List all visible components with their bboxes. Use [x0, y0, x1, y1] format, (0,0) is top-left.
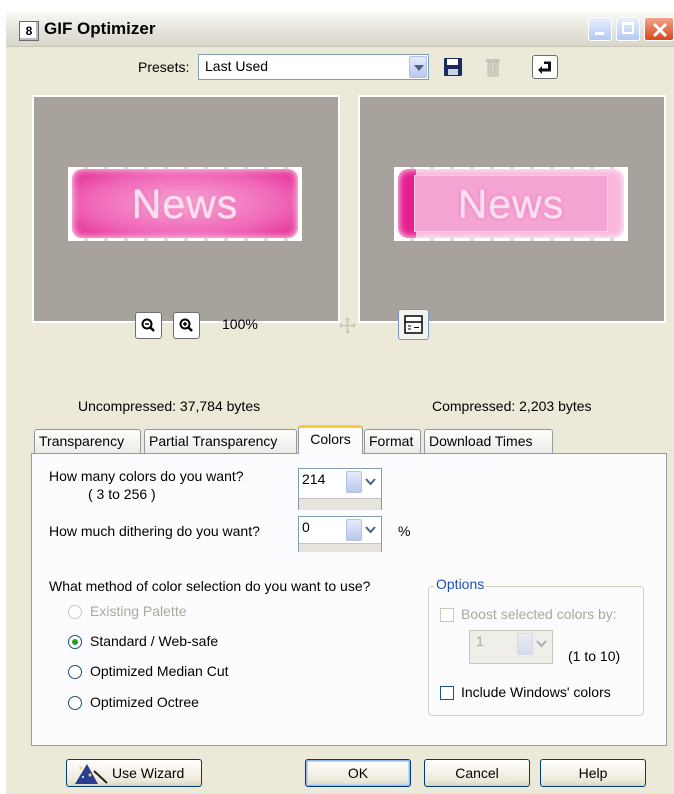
wizard-icon: [75, 764, 108, 784]
boost-colors-label: Boost selected colors by:: [461, 606, 617, 622]
maximize-button[interactable]: [616, 17, 640, 41]
chevron-down-icon[interactable]: [409, 56, 427, 78]
dithering-spinner[interactable]: 0: [298, 516, 382, 552]
zoom-in-icon: [179, 318, 193, 332]
color-count-range: ( 3 to 256 ): [88, 486, 156, 502]
save-preset-button[interactable]: [442, 56, 464, 78]
color-method-label: What method of color selection do you wa…: [49, 578, 371, 594]
tab-transparency[interactable]: Transparency: [34, 429, 141, 453]
zoom-out-icon: [141, 318, 155, 332]
use-wizard-label: Use Wizard: [112, 765, 185, 781]
dithering-value: 0: [302, 519, 310, 535]
spin-arrows-icon[interactable]: [346, 519, 362, 541]
original-news-image: News: [68, 167, 302, 241]
window-title: GIF Optimizer: [44, 19, 156, 38]
standard-websafe-radio[interactable]: [68, 635, 82, 649]
split-preview-icon: [404, 315, 423, 334]
trash-icon: [486, 59, 500, 77]
app-icon: 8: [19, 21, 39, 41]
boost-amount-value: 1: [476, 633, 484, 649]
dithering-unit: %: [398, 523, 411, 539]
color-count-label: How many colors do you want?: [49, 468, 244, 484]
original-news-text: News: [131, 181, 239, 227]
tab-colors[interactable]: Colors: [298, 425, 363, 454]
maximize-icon: [622, 22, 634, 34]
ok-button[interactable]: OK: [305, 759, 411, 787]
swap-arrow-icon: [538, 61, 551, 74]
spin-arrows-icon[interactable]: [517, 633, 533, 655]
help-button[interactable]: Help: [540, 759, 646, 787]
dithering-slider-track[interactable]: [299, 543, 381, 552]
tab-partial-transparency[interactable]: Partial Transparency: [144, 429, 297, 453]
floppy-disk-icon: [444, 58, 462, 76]
presets-label: Presets:: [138, 59, 190, 75]
zoom-out-button[interactable]: [135, 312, 162, 339]
preview-mode-toggle[interactable]: [398, 309, 429, 340]
color-count-slider-track[interactable]: [299, 498, 381, 510]
optimized-median-cut-label: Optimized Median Cut: [90, 663, 229, 679]
optimized-preview[interactable]: News: [358, 95, 666, 323]
existing-palette-radio[interactable]: [68, 605, 82, 619]
tab-download-times[interactable]: Download Times: [424, 429, 553, 453]
presets-dropdown[interactable]: Last Used: [198, 54, 429, 80]
load-preset-button[interactable]: [532, 55, 558, 79]
include-windows-colors-checkbox[interactable]: [440, 686, 454, 700]
cancel-button[interactable]: Cancel: [424, 759, 530, 787]
color-count-value: 214: [302, 471, 326, 487]
use-wizard-button[interactable]: Use Wizard: [66, 759, 202, 787]
zoom-level: 100%: [222, 316, 258, 332]
minimize-icon: [595, 32, 604, 35]
options-title: Options: [434, 576, 487, 592]
uncompressed-size: Uncompressed: 37,784 bytes: [78, 398, 261, 414]
optimized-median-cut-radio[interactable]: [68, 665, 82, 679]
close-icon: [652, 22, 668, 38]
tab-format[interactable]: Format: [364, 429, 421, 453]
minimize-button[interactable]: [588, 17, 612, 41]
delete-preset-button[interactable]: [482, 56, 504, 78]
chevron-down-icon[interactable]: [535, 633, 548, 655]
pan-move-icon: [339, 317, 356, 334]
standard-websafe-label: Standard / Web-safe: [90, 633, 219, 649]
boost-colors-checkbox[interactable]: [440, 608, 454, 622]
existing-palette-label: Existing Palette: [90, 603, 187, 619]
dithering-label: How much dithering do you want?: [49, 523, 260, 539]
optimized-octree-label: Optimized Octree: [90, 694, 199, 710]
original-preview[interactable]: News: [32, 95, 340, 323]
compressed-size: Compressed: 2,203 bytes: [432, 398, 592, 414]
boost-range-label: (1 to 10): [568, 648, 621, 664]
zoom-in-button[interactable]: [173, 312, 200, 339]
presets-value: Last Used: [205, 58, 269, 74]
chevron-down-icon[interactable]: [364, 519, 377, 541]
spin-arrows-icon[interactable]: [346, 471, 362, 493]
color-count-spinner[interactable]: 214: [298, 468, 382, 510]
optimized-news-image: News: [394, 167, 628, 241]
boost-amount-spinner[interactable]: 1: [469, 630, 553, 664]
optimized-news-text: News: [457, 181, 565, 227]
include-windows-colors-label: Include Windows' colors: [461, 684, 611, 700]
close-button[interactable]: [644, 17, 674, 41]
chevron-down-icon[interactable]: [364, 471, 377, 493]
pan-button[interactable]: [334, 312, 361, 339]
optimized-octree-radio[interactable]: [68, 696, 82, 710]
title-bar[interactable]: 8 GIF Optimizer: [6, 12, 674, 47]
